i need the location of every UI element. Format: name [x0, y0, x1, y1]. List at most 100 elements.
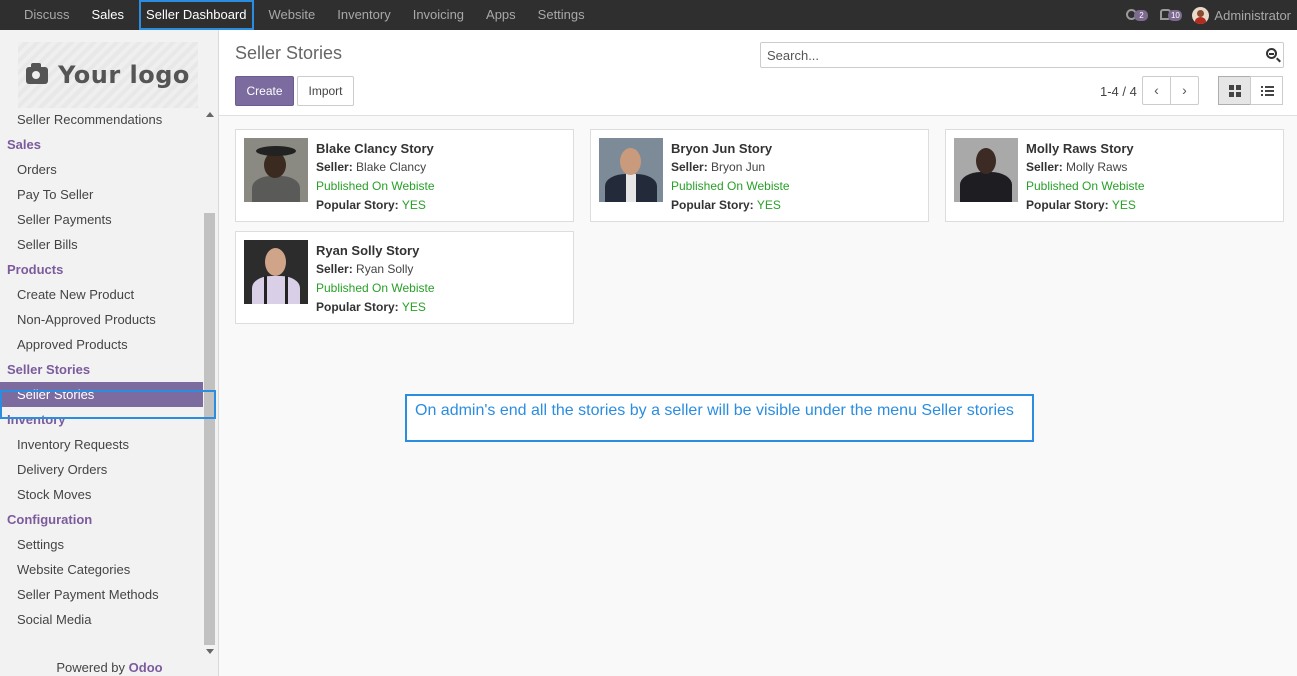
sidebar-item-seller-recommendations[interactable]: Seller Recommendations	[0, 107, 203, 132]
list-icon	[1261, 86, 1274, 97]
sidebar-item-pay-to-seller[interactable]: Pay To Seller	[0, 182, 203, 207]
sidebar-item-social-media[interactable]: Social Media	[0, 607, 203, 632]
chevron-left-icon: ‹	[1154, 82, 1159, 98]
menu-inventory[interactable]: Inventory	[326, 0, 401, 30]
camera-icon	[26, 62, 49, 84]
story-card[interactable]: Blake Clancy Story Seller: Blake Clancy …	[235, 129, 574, 222]
logo-text: Your logo	[58, 61, 190, 89]
import-button[interactable]: Import	[297, 76, 354, 106]
scroll-thumb[interactable]	[204, 213, 215, 645]
story-info: Ryan Solly Story Seller: Ryan Solly Publ…	[316, 241, 435, 317]
popular-story: Popular Story: YES	[316, 298, 435, 317]
sidebar-item-create-new-product[interactable]: Create New Product	[0, 282, 203, 307]
activity-button[interactable]: 2	[1124, 0, 1150, 30]
control-panel: Seller Stories Create Import 1-4 / 4 ‹ ›	[219, 30, 1297, 116]
sidebar-menu: Seller Recommendations Sales Orders Pay …	[0, 107, 203, 632]
published-status: Published On Webiste	[316, 281, 435, 295]
story-seller: Seller: Ryan Solly	[316, 260, 435, 279]
messages-badge: 10	[1168, 10, 1183, 21]
popular-value: YES	[756, 198, 781, 212]
seller-label: Seller:	[671, 160, 708, 174]
story-name: Ryan Solly Story	[316, 243, 420, 258]
story-name: Bryon Jun Story	[671, 141, 773, 156]
list-view-button[interactable]	[1250, 76, 1283, 105]
story-name: Blake Clancy Story	[316, 141, 434, 156]
sidebar-section-sales: Sales	[7, 137, 41, 152]
annotation-callout: On admin's end all the stories by a sell…	[405, 394, 1034, 442]
sidebar-item-delivery-orders[interactable]: Delivery Orders	[0, 457, 203, 482]
systray: 2 10 Administrator	[1124, 0, 1291, 30]
sidebar-item-stock-moves[interactable]: Stock Moves	[0, 482, 203, 507]
popular-label: Popular Story:	[316, 300, 399, 314]
sidebar-item-website-categories[interactable]: Website Categories	[0, 557, 203, 582]
pager-previous-button[interactable]: ‹	[1142, 76, 1171, 105]
published-status: Published On Webiste	[671, 179, 790, 193]
menu-website[interactable]: Website	[258, 0, 327, 30]
user-menu[interactable]: Administrator	[1192, 6, 1291, 24]
sidebar-item-seller-payment-methods[interactable]: Seller Payment Methods	[0, 582, 203, 607]
search-input[interactable]	[761, 43, 1251, 67]
scroll-up-icon[interactable]	[206, 112, 214, 117]
story-info: Molly Raws Story Seller: Molly Raws Publ…	[1026, 139, 1145, 215]
story-seller: Seller: Bryon Jun	[671, 158, 790, 177]
seller-value: Ryan Solly	[356, 262, 414, 276]
sidebar-scrollbar[interactable]	[203, 107, 217, 659]
sidebar-item-approved-products[interactable]: Approved Products	[0, 332, 203, 357]
popular-label: Popular Story:	[671, 198, 754, 212]
popular-value: YES	[401, 300, 426, 314]
story-name: Molly Raws Story	[1026, 141, 1134, 156]
seller-photo	[599, 138, 663, 202]
sidebar-section-configuration: Configuration	[7, 512, 93, 527]
sidebar: Your logo Seller Recommendations Sales O…	[0, 30, 219, 676]
menu-discuss[interactable]: Discuss	[13, 0, 81, 30]
powered-brand[interactable]: Odoo	[129, 660, 163, 675]
story-info: Blake Clancy Story Seller: Blake Clancy …	[316, 139, 435, 215]
chevron-right-icon: ›	[1182, 82, 1187, 98]
avatar	[1192, 6, 1210, 24]
menu-settings[interactable]: Settings	[527, 0, 596, 30]
published-status: Published On Webiste	[316, 179, 435, 193]
menu-sales[interactable]: Sales	[81, 0, 136, 30]
story-seller: Seller: Molly Raws	[1026, 158, 1145, 177]
seller-photo	[244, 138, 308, 202]
seller-stories-highlight	[0, 390, 216, 419]
pager-value[interactable]: 1-4 / 4	[1100, 84, 1137, 99]
published-status: Published On Webiste	[1026, 179, 1145, 193]
activity-badge: 2	[1134, 10, 1149, 21]
company-logo[interactable]: Your logo	[18, 42, 198, 108]
popular-label: Popular Story:	[1026, 198, 1109, 212]
powered-by: Powered by Odoo	[0, 660, 219, 675]
popular-value: YES	[401, 198, 426, 212]
seller-value: Molly Raws	[1066, 160, 1128, 174]
user-name: Administrator	[1214, 7, 1291, 23]
sidebar-section-seller-stories: Seller Stories	[7, 362, 91, 377]
story-card[interactable]: Molly Raws Story Seller: Molly Raws Publ…	[945, 129, 1284, 222]
sidebar-item-seller-payments[interactable]: Seller Payments	[0, 207, 203, 232]
kanban-view-button[interactable]	[1218, 76, 1251, 105]
messages-button[interactable]: 10	[1158, 0, 1184, 30]
story-card[interactable]: Bryon Jun Story Seller: Bryon Jun Publis…	[590, 129, 929, 222]
seller-value: Bryon Jun	[711, 160, 766, 174]
sidebar-item-settings[interactable]: Settings	[0, 532, 203, 557]
popular-story: Popular Story: YES	[671, 196, 790, 215]
seller-label: Seller:	[1026, 160, 1063, 174]
story-seller: Seller: Blake Clancy	[316, 158, 435, 177]
popular-label: Popular Story:	[316, 198, 399, 212]
story-card[interactable]: Ryan Solly Story Seller: Ryan Solly Publ…	[235, 231, 574, 324]
seller-photo	[244, 240, 308, 304]
search-icon[interactable]	[1266, 48, 1277, 59]
create-button[interactable]: Create	[235, 76, 294, 106]
sidebar-item-non-approved-products[interactable]: Non-Approved Products	[0, 307, 203, 332]
menu-apps[interactable]: Apps	[475, 0, 527, 30]
search-bar	[760, 42, 1284, 68]
sidebar-item-seller-bills[interactable]: Seller Bills	[0, 232, 203, 257]
sidebar-item-orders[interactable]: Orders	[0, 157, 203, 182]
scroll-down-icon[interactable]	[206, 649, 214, 654]
powered-prefix: Powered by	[56, 660, 126, 675]
sidebar-item-inventory-requests[interactable]: Inventory Requests	[0, 432, 203, 457]
grid-icon	[1229, 85, 1241, 97]
menu-seller-dashboard[interactable]: Seller Dashboard	[139, 0, 254, 30]
pager-next-button[interactable]: ›	[1170, 76, 1199, 105]
sidebar-section-products: Products	[7, 262, 64, 277]
menu-invoicing[interactable]: Invoicing	[402, 0, 475, 30]
